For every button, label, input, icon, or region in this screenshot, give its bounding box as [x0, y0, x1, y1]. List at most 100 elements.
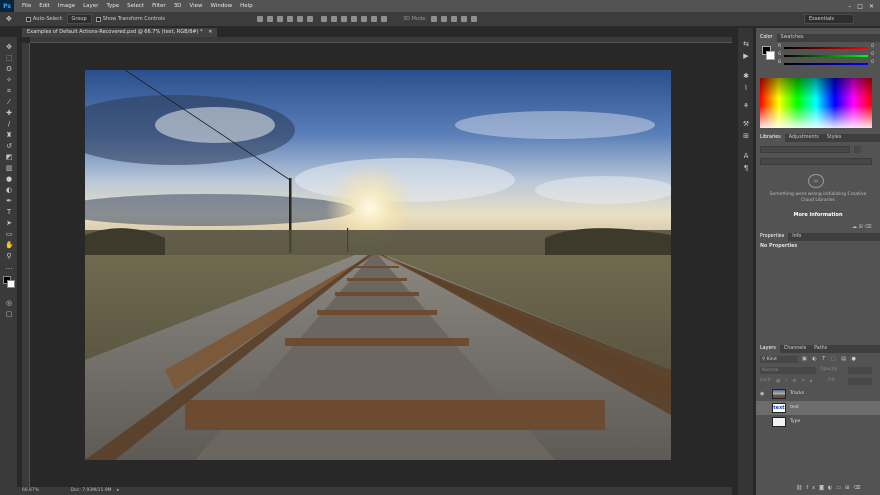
menu-filter[interactable]: Filter [148, 3, 170, 9]
history-brush-tool-icon[interactable]: ↺ [5, 142, 13, 150]
zoom-tool-icon[interactable]: ⚲ [5, 252, 13, 260]
red-slider[interactable]: R 0 [778, 44, 874, 51]
library-footer-icons[interactable]: ☁ ⊞ ⌫ [852, 224, 871, 230]
tool-presets-icon[interactable]: ⚒ [742, 120, 750, 128]
type-tool-icon[interactable]: T [5, 208, 13, 216]
transform-controls-checkbox[interactable] [95, 16, 101, 22]
tab-adjustments[interactable]: Adjustments [785, 134, 823, 142]
quick-mask-icon[interactable]: ◎ [5, 299, 13, 307]
blue-value[interactable]: 0 [871, 60, 874, 65]
gradient-tool-icon[interactable]: ▥ [5, 164, 13, 172]
red-track[interactable] [784, 47, 868, 49]
menu-window[interactable]: Window [206, 3, 236, 9]
3d-scale-icon[interactable] [470, 16, 477, 22]
tab-color[interactable]: Color [756, 34, 777, 42]
menu-help[interactable]: Help [236, 3, 257, 9]
distribute-hcenter-icon[interactable] [360, 16, 367, 22]
green-track[interactable] [784, 55, 868, 57]
brush-tool-icon[interactable]: ∕ [5, 120, 13, 128]
visibility-eye-icon[interactable]: ◉ [760, 419, 764, 425]
doc-info[interactable]: Doc: 7.93M/11.9M [71, 488, 112, 493]
hand-tool-icon[interactable]: ✋ [5, 241, 14, 249]
pen-tool-icon[interactable]: ✒ [5, 197, 13, 205]
new-group-icon[interactable]: ▭ [836, 485, 845, 491]
menu-view[interactable]: View [185, 3, 206, 9]
library-dropdown[interactable] [760, 146, 850, 153]
3d-rotate-icon[interactable] [430, 16, 437, 22]
status-arrow-icon[interactable]: ▸ [117, 488, 119, 493]
paragraph-icon[interactable]: ¶ [742, 164, 750, 172]
lock-icons[interactable]: ▦ ∕ ✥ ⌗ 🔒︎ [776, 378, 814, 384]
menu-3d[interactable]: 3D [170, 3, 186, 9]
shape-tool-icon[interactable]: ▭ [5, 230, 13, 238]
library-search-input[interactable] [760, 158, 872, 165]
clone-source-icon[interactable]: ⚘ [742, 102, 750, 110]
link-layers-icon[interactable]: ⛓ [796, 485, 806, 491]
align-right-icon[interactable] [306, 16, 313, 22]
vertical-ruler[interactable] [22, 43, 30, 487]
distribute-top-icon[interactable] [320, 16, 327, 22]
opacity-input[interactable] [848, 367, 872, 374]
clone-stamp-tool-icon[interactable]: ♜ [5, 131, 13, 139]
layer-filter-dropdown[interactable]: ⚲ Kind [760, 356, 798, 363]
workspace-dropdown[interactable]: Essentials [804, 14, 854, 24]
move-tool-icon[interactable]: ✥ [6, 15, 12, 23]
horizontal-ruler[interactable] [30, 37, 732, 43]
menu-layer[interactable]: Layer [79, 3, 102, 9]
character-icon[interactable]: A [742, 152, 750, 160]
layer-name[interactable]: Tracks [790, 387, 804, 401]
history-icon[interactable]: ⇆ [742, 40, 750, 48]
layer-name[interactable]: text [790, 401, 799, 415]
background-color-swatch[interactable] [7, 280, 15, 288]
bg-color-chip[interactable] [766, 51, 775, 60]
green-value[interactable]: 0 [871, 52, 874, 57]
align-vcenter-icon[interactable] [266, 16, 273, 22]
auto-select-checkbox[interactable] [25, 16, 31, 22]
align-top-icon[interactable] [256, 16, 263, 22]
distribute-left-icon[interactable] [350, 16, 357, 22]
lasso-tool-icon[interactable]: ʘ [5, 65, 13, 73]
delete-layer-icon[interactable]: ⌫ [853, 485, 864, 491]
tab-properties[interactable]: Properties [756, 233, 789, 241]
railway-photo[interactable] [85, 70, 671, 460]
align-left-icon[interactable] [286, 16, 293, 22]
distribute-right-icon[interactable] [370, 16, 377, 22]
visibility-eye-icon[interactable]: ◉ [760, 391, 764, 397]
actions-icon[interactable]: ▶ [742, 52, 750, 60]
tab-info[interactable]: Info [788, 233, 805, 241]
3d-roll-icon[interactable] [440, 16, 447, 22]
blue-slider[interactable]: B 0 [778, 60, 874, 67]
layer-name[interactable]: Type [790, 415, 800, 429]
tab-paths[interactable]: Paths [810, 345, 831, 353]
layer-filter-icons[interactable]: ▣ ◐ T ⬚ ▤ ● [802, 356, 858, 362]
tab-layers[interactable]: Layers [756, 345, 780, 353]
layer-row[interactable]: ◉ Type [756, 415, 880, 429]
healing-brush-tool-icon[interactable]: ✚ [5, 109, 13, 117]
tab-channels[interactable]: Channels [780, 345, 810, 353]
color-spectrum[interactable] [760, 78, 872, 128]
auto-align-icon[interactable] [380, 16, 387, 22]
eyedropper-tool-icon[interactable]: ⁄ [5, 98, 13, 106]
layer-row-selected[interactable]: ◉ text text [756, 401, 880, 415]
menu-image[interactable]: Image [54, 3, 79, 9]
visibility-eye-icon[interactable]: ◉ [760, 405, 764, 411]
distribute-vcenter-icon[interactable] [330, 16, 337, 22]
add-mask-icon[interactable]: ◙ [819, 485, 828, 491]
tab-swatches[interactable]: Swatches [777, 34, 808, 42]
menu-select[interactable]: Select [123, 3, 148, 9]
document-tab[interactable]: Examples of Default Actions-Recovered.ps… [22, 28, 218, 37]
menu-file[interactable]: File [18, 3, 35, 9]
brush-settings-icon[interactable]: ✱ [742, 72, 750, 80]
blue-track[interactable] [784, 63, 868, 65]
close-icon[interactable]: ✕ [869, 3, 874, 10]
zoom-level[interactable]: 66.67% [22, 488, 39, 493]
align-hcenter-icon[interactable] [296, 16, 303, 22]
minimize-icon[interactable]: – [848, 3, 851, 10]
layers-footer-icons[interactable]: ⛓fx◙◐▭⊞⌫ [796, 485, 880, 491]
crop-tool-icon[interactable]: ⌗ [5, 87, 13, 95]
marquee-tool-icon[interactable]: ⬚ [5, 54, 13, 62]
close-tab-icon[interactable]: ✕ [208, 29, 212, 35]
library-view-icon[interactable] [854, 146, 861, 153]
layer-row[interactable]: ◉ Tracks [756, 387, 880, 401]
green-slider[interactable]: G 0 [778, 52, 874, 59]
